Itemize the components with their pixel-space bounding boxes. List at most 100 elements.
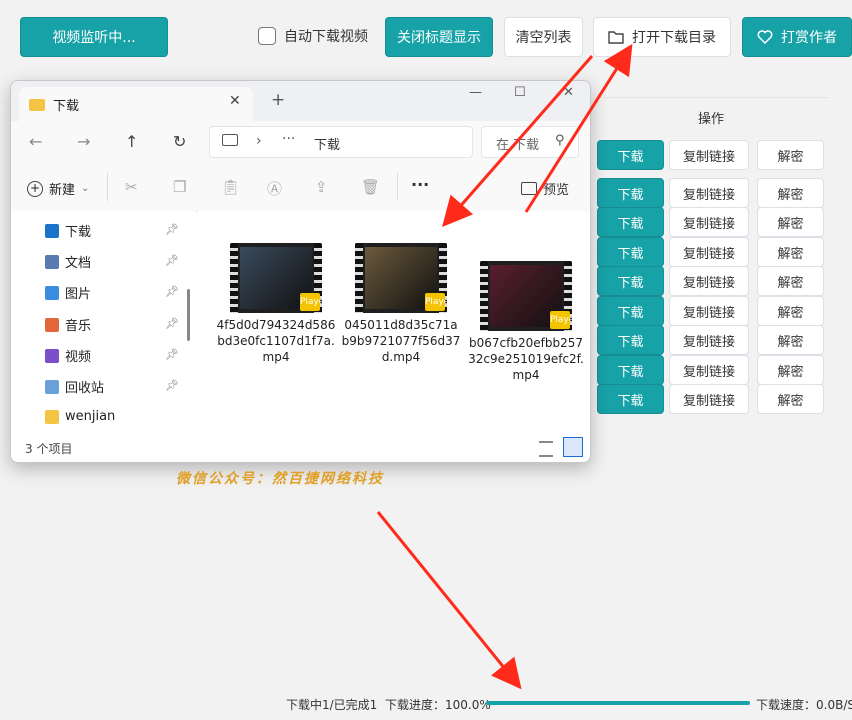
preview-button[interactable]: 预览: [521, 179, 569, 198]
copy-link-button[interactable]: 复制链接: [669, 355, 749, 385]
download-icon: [45, 223, 59, 238]
explorer-content: Player 4f5d0d794324d586bd3e0fc1107d1f7a.m…: [198, 211, 590, 436]
maximize-icon[interactable]: ☐: [514, 85, 526, 100]
preview-pane-icon: [521, 182, 537, 195]
download-button[interactable]: 下载: [597, 237, 664, 267]
decrypt-button[interactable]: 解密: [757, 384, 824, 414]
decrypt-label: 解密: [777, 305, 804, 321]
copy-icon[interactable]: ❐: [173, 178, 186, 196]
decrypt-button[interactable]: 解密: [757, 355, 824, 385]
picture-icon: [45, 285, 59, 300]
forward-icon[interactable]: →: [77, 132, 90, 151]
rename-icon[interactable]: Ⓐ: [267, 178, 282, 199]
copy-link-button[interactable]: 复制链接: [669, 178, 749, 208]
sidebar-scrollbar[interactable]: [187, 289, 190, 341]
file-item[interactable]: Player 045011d8d35c71ab9b9721077f56d37d.m…: [341, 243, 461, 365]
more-options-icon[interactable]: ···: [411, 175, 429, 194]
back-icon[interactable]: ←: [29, 132, 42, 151]
sidebar-item[interactable]: 文档: [45, 252, 91, 271]
clear-list-button[interactable]: 清空列表: [504, 17, 583, 57]
explorer-tab[interactable]: 下载 ✕: [19, 87, 253, 121]
open-download-dir-button[interactable]: 打开下载目录: [593, 17, 731, 57]
delete-icon[interactable]: 🗑︎: [361, 178, 380, 196]
tiles-view-icon[interactable]: [563, 437, 583, 457]
new-button[interactable]: + 新建 ⌄: [27, 179, 89, 198]
decrypt-label: 解密: [777, 275, 804, 291]
download-button[interactable]: 下载: [597, 178, 664, 208]
decrypt-button[interactable]: 解密: [757, 325, 824, 355]
copy-link-button[interactable]: 复制链接: [669, 140, 749, 170]
sidebar-item[interactable]: 图片: [45, 283, 91, 302]
recycle-bin-icon: [45, 379, 59, 394]
decrypt-button[interactable]: 解密: [757, 207, 824, 237]
file-explorer-window[interactable]: 下载 ✕ + — ☐ ✕ ← → ↑ ↻ › ··· 下载 在 下载 ⚲ + 新…: [10, 80, 591, 463]
player-badge-icon: Player: [300, 293, 322, 311]
download-button[interactable]: 下载: [597, 266, 664, 296]
copy-link-button[interactable]: 复制链接: [669, 296, 749, 326]
video-thumbnail: Player: [230, 243, 322, 313]
sidebar-item[interactable]: 视频: [45, 346, 91, 365]
copy-link-button[interactable]: 复制链接: [669, 266, 749, 296]
pin-icon: 📌︎: [165, 348, 179, 361]
minimize-icon[interactable]: —: [469, 85, 482, 100]
pin-icon: 📌︎: [165, 317, 179, 330]
more-path-icon[interactable]: ···: [282, 131, 295, 147]
file-item[interactable]: Player b067cfb20efbb25732c9e251019efc2f.m…: [466, 261, 586, 383]
copy-link-button[interactable]: 复制链接: [669, 325, 749, 355]
progress-label: 下载进度：: [384, 698, 445, 712]
download-label: 下载: [617, 246, 644, 262]
download-button[interactable]: 下载: [597, 296, 664, 326]
download-button[interactable]: 下载: [597, 325, 664, 355]
details-view-icon[interactable]: [539, 441, 553, 457]
decrypt-button[interactable]: 解密: [757, 178, 824, 208]
reward-author-button[interactable]: 打赏作者: [742, 17, 852, 57]
decrypt-button[interactable]: 解密: [757, 140, 824, 170]
arrow-to-progress: [376, 511, 522, 690]
player-badge-icon: Player: [425, 293, 447, 311]
sidebar-item[interactable]: 回收站: [45, 377, 104, 396]
download-speed: 下载速度：0.0B/S: [756, 696, 852, 713]
operations-column-header: 操作: [698, 112, 725, 127]
auto-download-checkbox[interactable]: 自动下载视频: [258, 26, 368, 46]
download-label: 下载: [617, 275, 644, 291]
copy-link-button[interactable]: 复制链接: [669, 384, 749, 414]
sidebar-item[interactable]: 下载: [45, 221, 91, 240]
share-icon[interactable]: ⇪: [315, 178, 328, 196]
monitor-button[interactable]: 视频监听中...: [20, 17, 168, 57]
sidebar-item-label: 文档: [65, 256, 92, 271]
download-button[interactable]: 下载: [597, 355, 664, 385]
file-name: 045011d8d35c71ab9b9721077f56d37d.mp4: [341, 318, 461, 364]
close-title-button[interactable]: 关闭标题显示: [385, 17, 493, 57]
sidebar-item[interactable]: 音乐: [45, 315, 91, 334]
close-tab-icon[interactable]: ✕: [229, 93, 241, 109]
copy-link-label: 复制链接: [682, 149, 735, 165]
decrypt-button[interactable]: 解密: [757, 266, 824, 296]
close-window-icon[interactable]: ✕: [563, 85, 574, 100]
film-strip: [230, 243, 238, 313]
refresh-icon[interactable]: ↻: [173, 132, 186, 151]
chevron-down-icon: ⌄: [81, 183, 90, 194]
copy-link-button[interactable]: 复制链接: [669, 207, 749, 237]
file-item[interactable]: Player 4f5d0d794324d586bd3e0fc1107d1f7a.m…: [216, 243, 336, 365]
search-box[interactable]: 在 下载 ⚲: [481, 126, 579, 158]
download-button[interactable]: 下载: [597, 207, 664, 237]
up-icon[interactable]: ↑: [125, 132, 138, 151]
cut-icon[interactable]: ✂: [125, 178, 138, 196]
download-button[interactable]: 下载: [597, 140, 664, 170]
new-tab-icon[interactable]: +: [271, 90, 285, 110]
decrypt-button[interactable]: 解密: [757, 296, 824, 326]
address-bar[interactable]: › ··· 下载: [209, 126, 473, 158]
decrypt-button[interactable]: 解密: [757, 237, 824, 267]
sidebar-item[interactable]: wenjian: [45, 409, 115, 424]
paste-icon[interactable]: 📋︎: [221, 178, 240, 196]
download-status: 下载中1/已完成1 下载进度：100.0%: [286, 696, 491, 713]
checkbox-box[interactable]: [258, 27, 276, 45]
download-button[interactable]: 下载: [597, 384, 664, 414]
copy-link-label: 复制链接: [682, 246, 735, 262]
film-strip: [355, 243, 363, 313]
music-icon: [45, 317, 59, 332]
item-count: 3 个项目: [25, 442, 73, 456]
explorer-command-bar: + 新建 ⌄ ✂ ❐ 📋︎ Ⓐ ⇪ 🗑︎ ··· 预览: [11, 163, 590, 212]
file-name: b067cfb20efbb25732c9e251019efc2f.mp4: [468, 336, 584, 382]
copy-link-button[interactable]: 复制链接: [669, 237, 749, 267]
